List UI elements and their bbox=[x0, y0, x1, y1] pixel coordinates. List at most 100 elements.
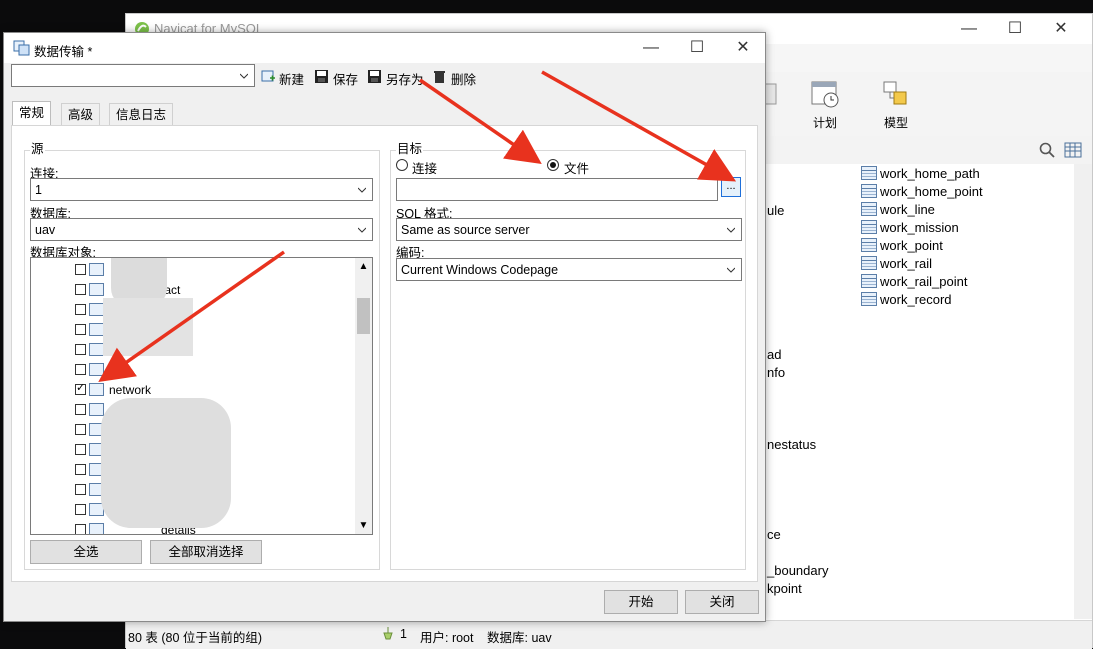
status-conn-number: 1 bbox=[400, 627, 407, 641]
table-icon bbox=[89, 403, 104, 416]
object-checkbox[interactable] bbox=[75, 484, 86, 495]
table-item[interactable]: work_line bbox=[861, 201, 935, 219]
dialog-title: 数据传输 * bbox=[34, 45, 93, 59]
object-checkbox[interactable] bbox=[75, 284, 86, 295]
status-database: 数据库: uav bbox=[487, 631, 552, 645]
table-name-fragment[interactable]: ule bbox=[767, 203, 784, 218]
table-icon bbox=[861, 202, 877, 216]
object-list-scrollbar[interactable]: ▲ ▼ bbox=[355, 258, 372, 534]
object-checkbox[interactable] bbox=[75, 464, 86, 475]
deselect-all-button[interactable]: 全部取消选择 bbox=[150, 540, 262, 564]
encoding-select[interactable]: Current Windows Codepage bbox=[396, 258, 742, 281]
tab-advanced[interactable]: 高级 bbox=[61, 103, 101, 125]
schedule-icon bbox=[811, 81, 839, 108]
table-name-fragment[interactable]: ad bbox=[767, 347, 781, 362]
new-icon[interactable] bbox=[261, 69, 276, 84]
scroll-down-icon[interactable]: ▼ bbox=[355, 517, 372, 534]
table-item[interactable]: work_rail_point bbox=[861, 273, 967, 291]
radio-file[interactable] bbox=[547, 159, 559, 171]
save-icon[interactable] bbox=[314, 69, 329, 84]
radio-connection[interactable] bbox=[396, 159, 408, 171]
source-group-label: 源 bbox=[30, 138, 45, 157]
table-item[interactable]: work_rail bbox=[861, 255, 932, 273]
profile-select[interactable] bbox=[11, 64, 255, 87]
maximize-icon[interactable]: ☐ bbox=[992, 14, 1038, 44]
data-transfer-icon bbox=[13, 40, 30, 56]
save-as-button[interactable]: 另存为 bbox=[386, 69, 424, 88]
scroll-thumb[interactable] bbox=[357, 298, 370, 334]
table-name-fragment[interactable]: _boundary bbox=[767, 563, 828, 578]
chevron-down-icon bbox=[727, 267, 735, 273]
model-label: 模型 bbox=[883, 116, 908, 130]
radio-connection-label[interactable]: 连接 bbox=[412, 158, 437, 177]
object-checkbox[interactable] bbox=[75, 444, 86, 455]
object-checkbox[interactable] bbox=[75, 264, 86, 275]
redaction-blur bbox=[101, 398, 231, 528]
browse-button[interactable]: ... bbox=[721, 177, 741, 197]
new-button[interactable]: 新建 bbox=[279, 69, 304, 88]
delete-icon[interactable] bbox=[432, 69, 447, 84]
object-name: network bbox=[109, 383, 152, 397]
dialog-close-icon[interactable]: ✕ bbox=[720, 33, 766, 63]
object-checkbox[interactable] bbox=[75, 504, 86, 515]
start-button[interactable]: 开始 bbox=[604, 590, 678, 614]
tab-general[interactable]: 常规 bbox=[12, 101, 52, 125]
scroll-up-icon[interactable]: ▲ bbox=[355, 258, 372, 275]
table-name-fragment[interactable]: nfo bbox=[767, 365, 785, 380]
table-icon bbox=[89, 263, 104, 276]
redaction-blur bbox=[103, 298, 193, 356]
table-icon bbox=[861, 256, 877, 270]
close-icon[interactable]: ✕ bbox=[1038, 14, 1084, 44]
object-checkbox[interactable] bbox=[75, 381, 86, 395]
model-button[interactable]: 模型 bbox=[866, 72, 926, 131]
file-path-input[interactable] bbox=[396, 178, 718, 201]
select-all-button[interactable]: 全选 bbox=[30, 540, 142, 564]
search-icon[interactable] bbox=[1039, 142, 1055, 158]
db-object-list[interactable]: tactanetworksdetails ▲ ▼ bbox=[30, 257, 373, 535]
object-checkbox[interactable] bbox=[75, 424, 86, 435]
object-checkbox[interactable] bbox=[75, 324, 86, 335]
close-button[interactable]: 关闭 bbox=[685, 590, 759, 614]
object-checkbox[interactable] bbox=[75, 304, 86, 315]
dialog-maximize-icon[interactable]: ☐ bbox=[674, 33, 720, 63]
table-name-fragment[interactable]: kpoint bbox=[767, 581, 802, 596]
data-transfer-dialog: 数据传输 * — ☐ ✕ 新建 保存 另存为 删除 常规 高级 信息日志 源 连… bbox=[3, 32, 766, 622]
chevron-down-icon bbox=[727, 227, 735, 233]
sql-format-select[interactable]: Same as source server bbox=[396, 218, 742, 241]
object-checkbox[interactable] bbox=[75, 404, 86, 415]
save-button[interactable]: 保存 bbox=[333, 69, 358, 88]
radio-file-label[interactable]: 文件 bbox=[564, 158, 589, 177]
delete-button[interactable]: 删除 bbox=[451, 69, 476, 88]
table-icon bbox=[861, 166, 877, 180]
object-checkbox[interactable] bbox=[75, 364, 86, 375]
table-item[interactable]: work_home_point bbox=[861, 183, 983, 201]
chevron-down-icon bbox=[358, 227, 366, 233]
chevron-down-icon bbox=[240, 73, 248, 79]
table-item[interactable]: work_record bbox=[861, 291, 952, 309]
chevron-down-icon bbox=[358, 187, 366, 193]
table-icon bbox=[861, 184, 877, 198]
source-database-select[interactable]: uav bbox=[30, 218, 373, 241]
save-as-icon[interactable] bbox=[367, 69, 382, 84]
table-icon bbox=[861, 292, 877, 306]
table-item[interactable]: work_home_path bbox=[861, 165, 980, 183]
table-icon bbox=[89, 363, 104, 376]
table-name-fragment[interactable]: ce bbox=[767, 527, 781, 542]
table-icon bbox=[861, 274, 877, 288]
object-checkbox[interactable] bbox=[75, 524, 86, 534]
tab-log[interactable]: 信息日志 bbox=[109, 103, 174, 125]
source-connection-select[interactable]: 1 bbox=[30, 178, 373, 201]
table-icon bbox=[89, 383, 104, 396]
minimize-icon[interactable]: — bbox=[946, 14, 992, 44]
dialog-minimize-icon[interactable]: — bbox=[628, 33, 674, 63]
grid-view-icon[interactable] bbox=[1064, 142, 1082, 158]
table-icon bbox=[89, 523, 104, 534]
table-item[interactable]: work_point bbox=[861, 237, 943, 255]
table-name-fragment[interactable]: nestatus bbox=[767, 437, 816, 452]
object-checkbox[interactable] bbox=[75, 344, 86, 355]
schedule-button[interactable]: 计划 bbox=[795, 72, 855, 131]
schedule-label: 计划 bbox=[812, 116, 837, 130]
main-scrollbar[interactable] bbox=[1074, 164, 1092, 619]
table-item[interactable]: work_mission bbox=[861, 219, 959, 237]
status-count: 80 表 (80 位于当前的组) bbox=[128, 631, 263, 645]
